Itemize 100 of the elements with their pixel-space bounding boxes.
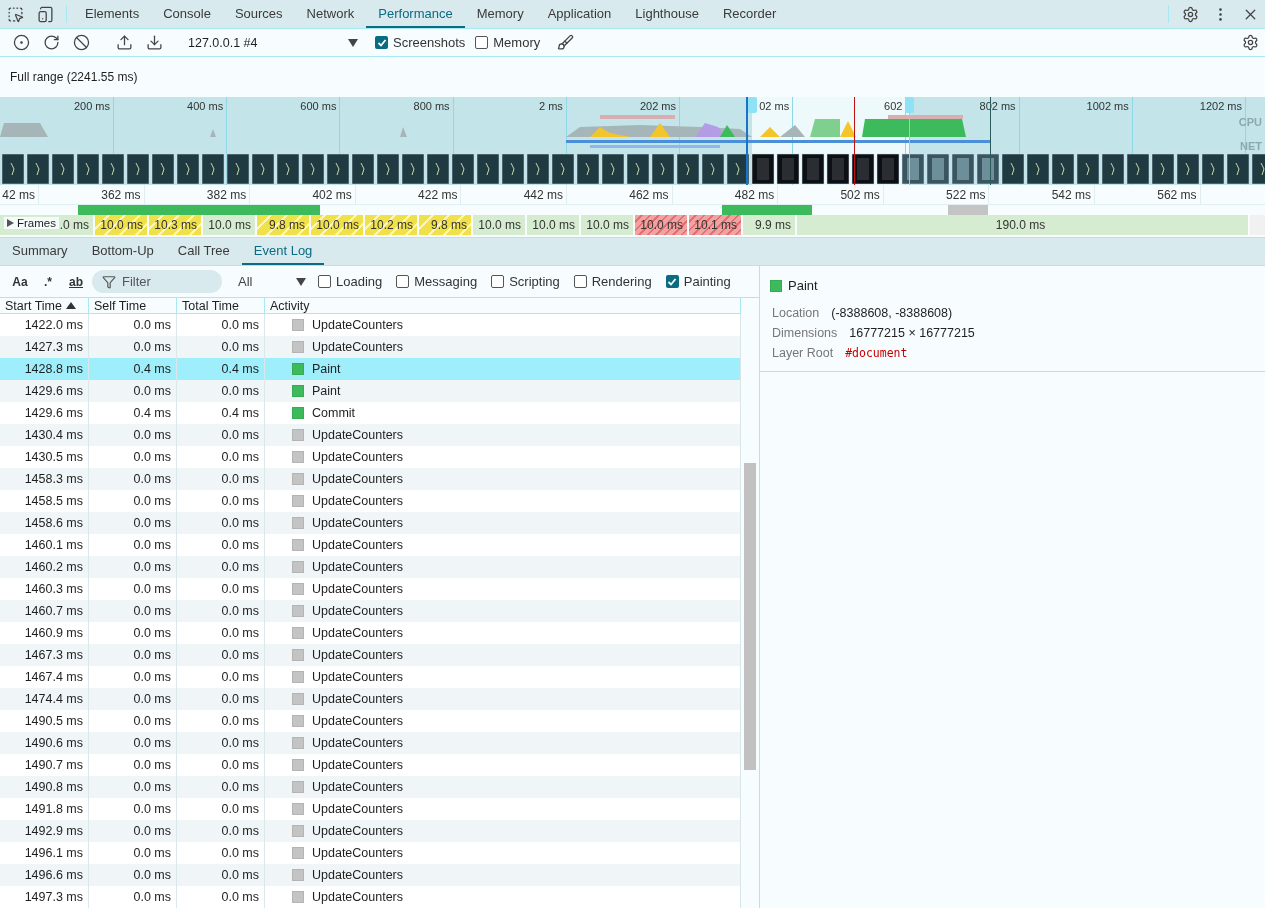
frames-track-label[interactable]: Frames [4,217,59,229]
time-ruler-label: 362 ms [101,188,141,202]
details-tab[interactable]: Call Tree [165,238,242,265]
event-row[interactable]: 1460.9 ms 0.0 ms 0.0 ms UpdateCounters [0,622,741,644]
activity-name: UpdateCounters [312,648,404,662]
checkbox[interactable] [573,275,587,288]
selection-handle[interactable] [748,97,757,113]
panel-tab[interactable]: Application [535,0,624,28]
details-tab[interactable]: Bottom-Up [79,238,166,265]
time-ruler-label: 562 ms [1157,188,1197,202]
match-case-button[interactable]: Aa [8,274,32,289]
checkbox[interactable] [375,36,388,49]
checkbox[interactable] [396,275,410,288]
time-ruler-label: 522 ms [946,188,986,202]
panel-tab[interactable]: Memory [464,0,536,28]
event-row[interactable]: 1460.2 ms 0.0 ms 0.0 ms UpdateCounters [0,556,741,578]
activity-name: UpdateCounters [312,670,404,684]
checkbox-label: Painting [683,274,731,289]
event-row[interactable]: 1460.3 ms 0.0 ms 0.0 ms UpdateCounters [0,578,741,600]
checkbox-label: Screenshots [393,35,466,50]
event-row[interactable]: 1490.5 ms 0.0 ms 0.0 ms UpdateCounters [0,710,741,732]
checkbox-label: Messaging [414,274,478,289]
panel-tab[interactable]: Lighthouse [623,0,711,28]
event-row[interactable]: 1474.4 ms 0.0 ms 0.0 ms UpdateCounters [0,688,741,710]
time-ruler-label: 542 ms [1051,188,1091,202]
node-link[interactable]: #document [845,346,908,360]
checkbox[interactable] [475,36,489,49]
panel-tab[interactable]: Console [151,0,223,28]
overview-tick-label: 200 ms [73,100,110,112]
event-row[interactable]: 1458.3 ms 0.0 ms 0.0 ms UpdateCounters [0,468,741,490]
column-header[interactable]: Start Time [0,298,89,313]
details-tab[interactable]: Event Log [241,238,325,265]
event-row[interactable]: 1496.6 ms 0.0 ms 0.0 ms UpdateCounters [0,864,741,886]
event-row[interactable]: 1496.1 ms 0.0 ms 0.0 ms UpdateCounters [0,842,741,864]
overview-tick-label: 1202 ms [1199,100,1242,112]
event-row[interactable]: 1490.8 ms 0.0 ms 0.0 ms UpdateCounters [0,776,741,798]
event-row[interactable]: 1467.4 ms 0.0 ms 0.0 ms UpdateCounters [0,666,741,688]
activity-name: UpdateCounters [312,538,404,552]
activity-name: Commit [312,406,356,420]
column-header[interactable]: Total Time [177,298,265,313]
event-row[interactable]: 1490.7 ms 0.0 ms 0.0 ms UpdateCounters [0,754,741,776]
frame-bar: 190.0 ms [797,215,1248,235]
panel-tab[interactable]: Network [294,0,367,28]
event-row[interactable]: 1492.9 ms 0.0 ms 0.0 ms UpdateCounters [0,820,741,842]
detail-value: (-8388608, -8388608) [831,306,953,320]
panel-tab[interactable]: Recorder [710,0,789,28]
filter-icon [102,274,116,289]
regex-button[interactable]: .* [36,274,60,289]
event-row[interactable]: 1491.8 ms 0.0 ms 0.0 ms UpdateCounters [0,798,741,820]
dropdown-icon [348,38,358,47]
time-ruler-label: 42 ms [2,188,35,202]
track-label: CPU [1238,116,1262,128]
scrollbar-thumb[interactable] [744,463,756,770]
activity-name: UpdateCounters [312,516,404,530]
activity-name: UpdateCounters [312,846,404,860]
time-ruler-label: 442 ms [523,188,563,202]
event-row[interactable]: 1460.7 ms 0.0 ms 0.0 ms UpdateCounters [0,600,741,622]
selection-handle[interactable] [905,97,914,113]
event-row[interactable]: 1460.1 ms 0.0 ms 0.0 ms UpdateCounters [0,534,741,556]
details-tab[interactable]: Summary [0,238,80,265]
event-row[interactable]: 1430.5 ms 0.0 ms 0.0 ms UpdateCounters [0,446,741,468]
event-row[interactable]: 1429.6 ms 0.4 ms 0.4 ms Commit [0,402,741,424]
event-row[interactable]: 1422.0 ms 0.0 ms 0.0 ms UpdateCounters [0,314,741,336]
event-row[interactable]: 1467.3 ms 0.0 ms 0.0 ms UpdateCounters [0,644,741,666]
overview-tick-label: 202 ms [639,100,676,112]
activity-name: UpdateCounters [312,604,404,618]
activity-name: UpdateCounters [312,318,404,332]
panel-tab[interactable]: Sources [222,0,295,28]
event-row[interactable]: 1497.3 ms 0.0 ms 0.0 ms UpdateCounters [0,886,741,908]
event-row[interactable]: 1458.6 ms 0.0 ms 0.0 ms UpdateCounters [0,512,741,534]
activity-name: UpdateCounters [312,582,404,596]
checkbox-label: Memory [493,35,541,50]
target-select[interactable]: 127.0.0.1 #4 [182,35,362,50]
frame-bar: 10.1 ms [689,215,741,235]
event-row[interactable]: 1458.5 ms 0.0 ms 0.0 ms UpdateCounters [0,490,741,512]
time-ruler-label: 502 ms [840,188,880,202]
range-label: Full range (2241.55 ms) [10,70,138,84]
event-row[interactable]: 1490.6 ms 0.0 ms 0.0 ms UpdateCounters [0,732,741,754]
time-ruler-label: 462 ms [629,188,669,202]
event-row[interactable]: 1428.8 ms 0.4 ms 0.4 ms Paint [0,358,741,380]
whole-word-button[interactable]: ab [64,274,88,289]
activity-name: UpdateCounters [312,780,404,794]
activity-name: UpdateCounters [312,340,404,354]
detail-label: Dimensions [772,326,838,340]
filter-field[interactable]: Filter [92,270,222,293]
panel-tab[interactable]: Elements [73,0,152,28]
checkbox[interactable] [491,275,505,288]
checkbox[interactable] [665,275,679,288]
overview-tick-label: 800 ms [413,100,450,112]
time-ruler-label: 382 ms [206,188,247,202]
event-row[interactable]: 1430.4 ms 0.0 ms 0.0 ms UpdateCounters [0,424,741,446]
event-row[interactable]: 1427.3 ms 0.0 ms 0.0 ms UpdateCounters [0,336,741,358]
duration-select[interactable]: All [230,274,314,289]
event-row[interactable]: 1429.6 ms 0.0 ms 0.0 ms Paint [0,380,741,402]
frame-bar: 10.0 ms [635,215,687,235]
detail-value: 16777215 × 16777215 [849,326,975,340]
checkbox[interactable] [318,275,331,288]
column-header[interactable]: Self Time [89,298,177,313]
activity-name: UpdateCounters [312,494,404,508]
overview-tick-label: 602 [884,100,903,112]
